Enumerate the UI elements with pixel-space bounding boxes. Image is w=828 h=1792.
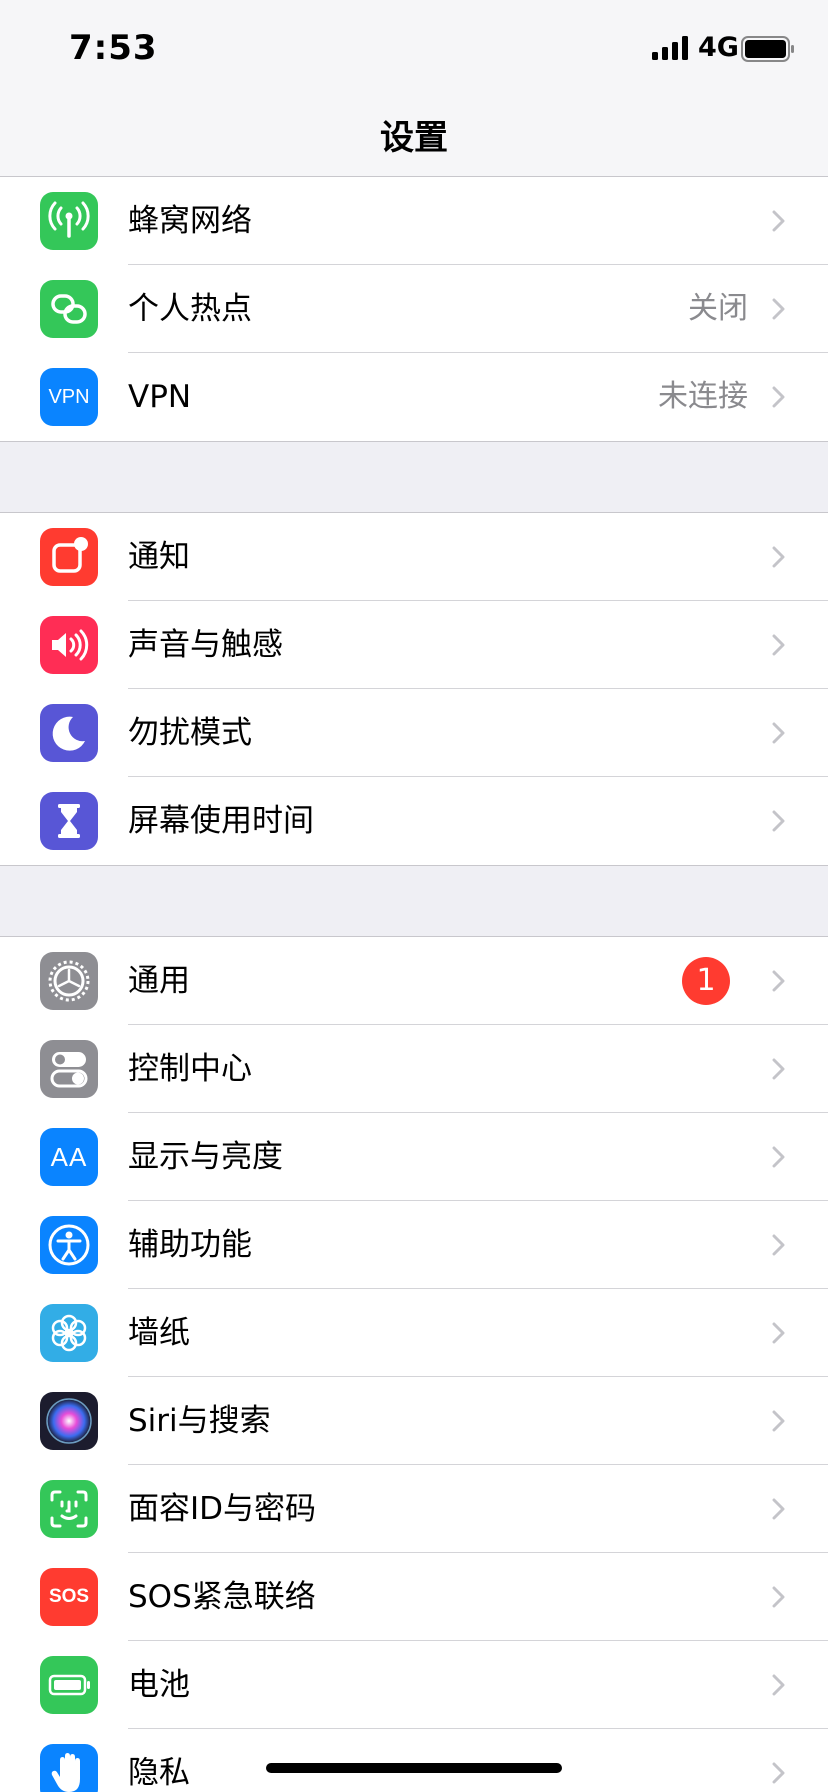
- personal-hotspot-icon: [40, 280, 98, 338]
- update-badge: 1: [682, 957, 730, 1005]
- settings-row-accessibility[interactable]: 辅助功能: [0, 1201, 828, 1289]
- chevron-right-icon: [772, 1322, 785, 1344]
- chevron-right-icon: [772, 298, 785, 320]
- hand-icon: [40, 1744, 98, 1792]
- gear-icon: [40, 952, 98, 1010]
- settings-row-control-center[interactable]: 控制中心: [0, 1025, 828, 1113]
- chevron-right-icon: [772, 1410, 785, 1432]
- settings-row-notifications[interactable]: 通知: [0, 513, 828, 601]
- settings-row-label: 控制中心: [128, 1051, 252, 1087]
- page-title: 设置: [380, 118, 448, 158]
- settings-row-label: 电池: [128, 1667, 190, 1703]
- siri-icon: [40, 1392, 98, 1450]
- settings-row-label: 屏幕使用时间: [128, 803, 314, 839]
- settings-row-label: 声音与触感: [128, 627, 283, 663]
- settings-group-notifications: 通知 声音与触感 勿扰模式 屏幕使用时间: [0, 512, 828, 866]
- text-size-icon-text: AA: [50, 1141, 88, 1172]
- settings-row-label: 通用: [128, 963, 190, 999]
- chevron-right-icon: [772, 810, 785, 832]
- settings-row-value: 未连接: [658, 379, 748, 414]
- settings-row-label: 辅助功能: [128, 1227, 252, 1263]
- chevron-right-icon: [772, 546, 785, 568]
- speaker-icon: [40, 616, 98, 674]
- settings-row-privacy[interactable]: 隐私: [0, 1729, 828, 1792]
- settings-row-label: 蜂窝网络: [128, 203, 252, 239]
- chevron-right-icon: [772, 1762, 785, 1784]
- status-time: 7:53: [69, 28, 158, 68]
- face-id-icon: [40, 1480, 98, 1538]
- flower-icon: [40, 1304, 98, 1362]
- settings-group-connectivity: 蜂窝网络 个人热点 关闭 VPN VPN 未连接: [0, 177, 828, 442]
- notifications-icon: [40, 528, 98, 586]
- settings-screen: 7:53 4G 设置 蜂窝网络 个人热点 关闭 VPN VPN 未连接 通知 声…: [0, 0, 828, 1792]
- settings-list: 蜂窝网络 个人热点 关闭 VPN VPN 未连接 通知 声音与触感 勿扰模式 屏…: [0, 177, 828, 1792]
- settings-row-personal-hotspot[interactable]: 个人热点 关闭: [0, 265, 828, 353]
- accessibility-icon: [40, 1216, 98, 1274]
- vpn-icon: VPN: [40, 368, 98, 426]
- settings-row-vpn[interactable]: VPN VPN 未连接: [0, 353, 828, 441]
- settings-row-wallpaper[interactable]: 墙纸: [0, 1289, 828, 1377]
- chevron-right-icon: [772, 1234, 785, 1256]
- settings-row-label: VPN: [128, 379, 192, 415]
- settings-group-system: 通用 1 控制中心 AA 显示与亮度 辅助功能 墙纸 Siri与搜索 面容ID与…: [0, 936, 828, 1792]
- sos-icon: SOS: [40, 1568, 98, 1626]
- settings-row-label: 显示与亮度: [128, 1139, 283, 1175]
- battery-icon: [40, 1656, 98, 1714]
- settings-row-siri-search[interactable]: Siri与搜索: [0, 1377, 828, 1465]
- signal-strength-icon: [652, 36, 688, 60]
- settings-row-sounds-haptics[interactable]: 声音与触感: [0, 601, 828, 689]
- cellular-antenna-icon: [40, 192, 98, 250]
- settings-row-label: 通知: [128, 539, 190, 575]
- chevron-right-icon: [772, 386, 785, 408]
- hourglass-icon: [40, 792, 98, 850]
- battery-status-icon: [741, 36, 794, 62]
- settings-row-emergency-sos[interactable]: SOS SOS紧急联络: [0, 1553, 828, 1641]
- chevron-right-icon: [772, 1058, 785, 1080]
- settings-row-value: 关闭: [688, 291, 748, 326]
- vpn-icon-text: VPN: [48, 385, 90, 408]
- settings-row-screen-time[interactable]: 屏幕使用时间: [0, 777, 828, 865]
- settings-row-battery[interactable]: 电池: [0, 1641, 828, 1729]
- text-size-icon: AA: [40, 1128, 98, 1186]
- settings-row-label: 勿扰模式: [128, 715, 252, 751]
- top-bar: 7:53 4G 设置: [0, 0, 828, 177]
- network-type: 4G: [698, 32, 739, 63]
- settings-row-general[interactable]: 通用 1: [0, 937, 828, 1025]
- chevron-right-icon: [772, 1146, 785, 1168]
- settings-row-label: 面容ID与密码: [128, 1491, 317, 1527]
- chevron-right-icon: [772, 634, 785, 656]
- home-indicator[interactable]: [266, 1763, 562, 1773]
- chevron-right-icon: [772, 1674, 785, 1696]
- settings-row-label: 墙纸: [128, 1315, 190, 1351]
- chevron-right-icon: [772, 970, 785, 992]
- settings-row-label: SOS紧急联络: [128, 1579, 316, 1615]
- settings-row-label: Siri与搜索: [128, 1403, 271, 1439]
- settings-row-display-brightness[interactable]: AA 显示与亮度: [0, 1113, 828, 1201]
- chevron-right-icon: [772, 1498, 785, 1520]
- sos-icon-text: SOS: [48, 1586, 90, 1607]
- settings-row-face-id-passcode[interactable]: 面容ID与密码: [0, 1465, 828, 1553]
- settings-row-label: 隐私: [128, 1755, 190, 1791]
- chevron-right-icon: [772, 1586, 785, 1608]
- settings-row-cellular[interactable]: 蜂窝网络: [0, 177, 828, 265]
- settings-row-label: 个人热点: [128, 291, 252, 327]
- settings-row-do-not-disturb[interactable]: 勿扰模式: [0, 689, 828, 777]
- chevron-right-icon: [772, 210, 785, 232]
- chevron-right-icon: [772, 722, 785, 744]
- toggles-icon: [40, 1040, 98, 1098]
- moon-icon: [40, 704, 98, 762]
